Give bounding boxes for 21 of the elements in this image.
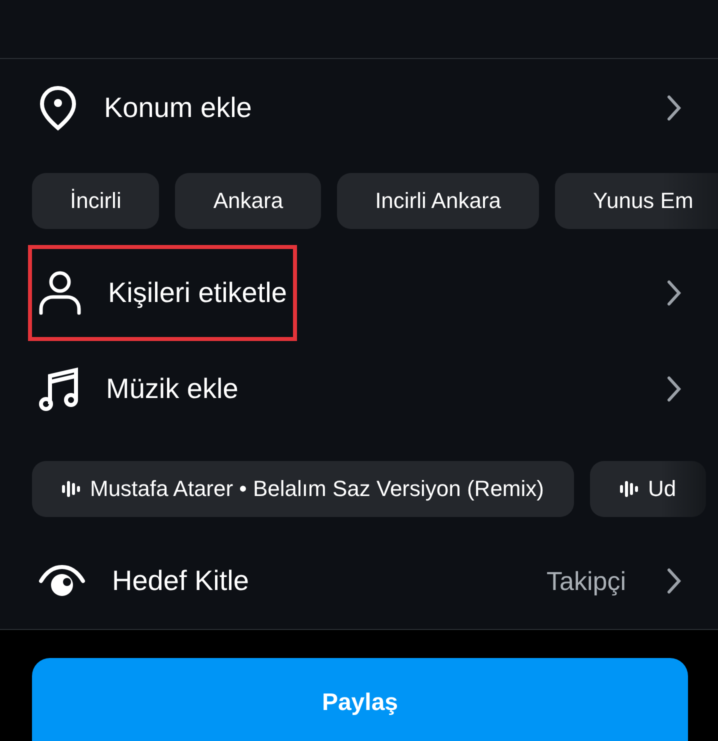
place-chip[interactable]: Incirli Ankara <box>337 173 540 229</box>
music-note-icon <box>38 366 80 412</box>
place-chip[interactable]: İncirli <box>32 173 160 229</box>
audio-bars-icon <box>62 481 80 497</box>
person-icon <box>38 270 82 316</box>
audio-bars-icon <box>620 481 638 497</box>
place-chip[interactable]: Yunus Em <box>555 173 718 229</box>
song-chip[interactable]: Ud <box>590 461 706 517</box>
chevron-right-icon[interactable] <box>666 567 682 595</box>
location-pin-icon <box>38 85 78 131</box>
chevron-right-icon[interactable] <box>666 94 682 122</box>
song-chip[interactable]: Mustafa Atarer • Belalım Saz Versiyon (Remix) <box>32 461 574 517</box>
row-label[interactable]: Müzik ekle <box>106 373 238 405</box>
place-chip[interactable]: Ankara <box>175 173 322 229</box>
row-label[interactable]: Konum ekle <box>104 92 252 124</box>
chevron-right-icon[interactable] <box>666 375 682 403</box>
chevron-right-icon[interactable] <box>666 279 682 307</box>
row-label[interactable]: Kişileri etiketle <box>108 277 287 309</box>
eye-icon <box>38 564 86 598</box>
row-label[interactable]: Hedef Kitle <box>112 565 249 597</box>
audience-value: Takipçi <box>546 566 626 596</box>
